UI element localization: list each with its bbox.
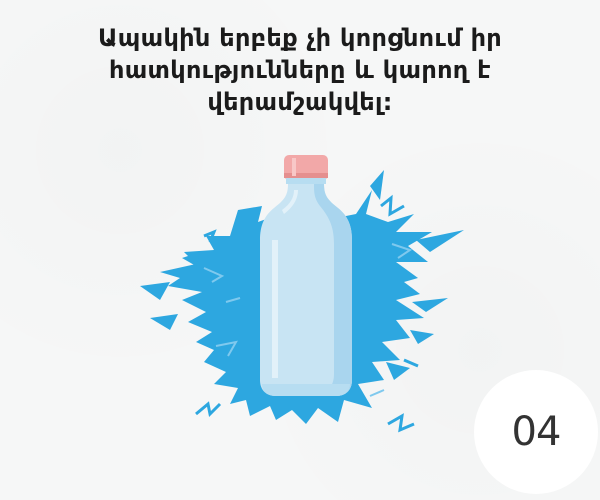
step-number: 04 xyxy=(511,409,562,455)
infographic-card: Ապակին երբեք չի կորցնում իր հատկությունն… xyxy=(0,0,600,500)
step-number-badge: 04 xyxy=(474,370,598,494)
water-bottle-icon xyxy=(260,155,352,396)
